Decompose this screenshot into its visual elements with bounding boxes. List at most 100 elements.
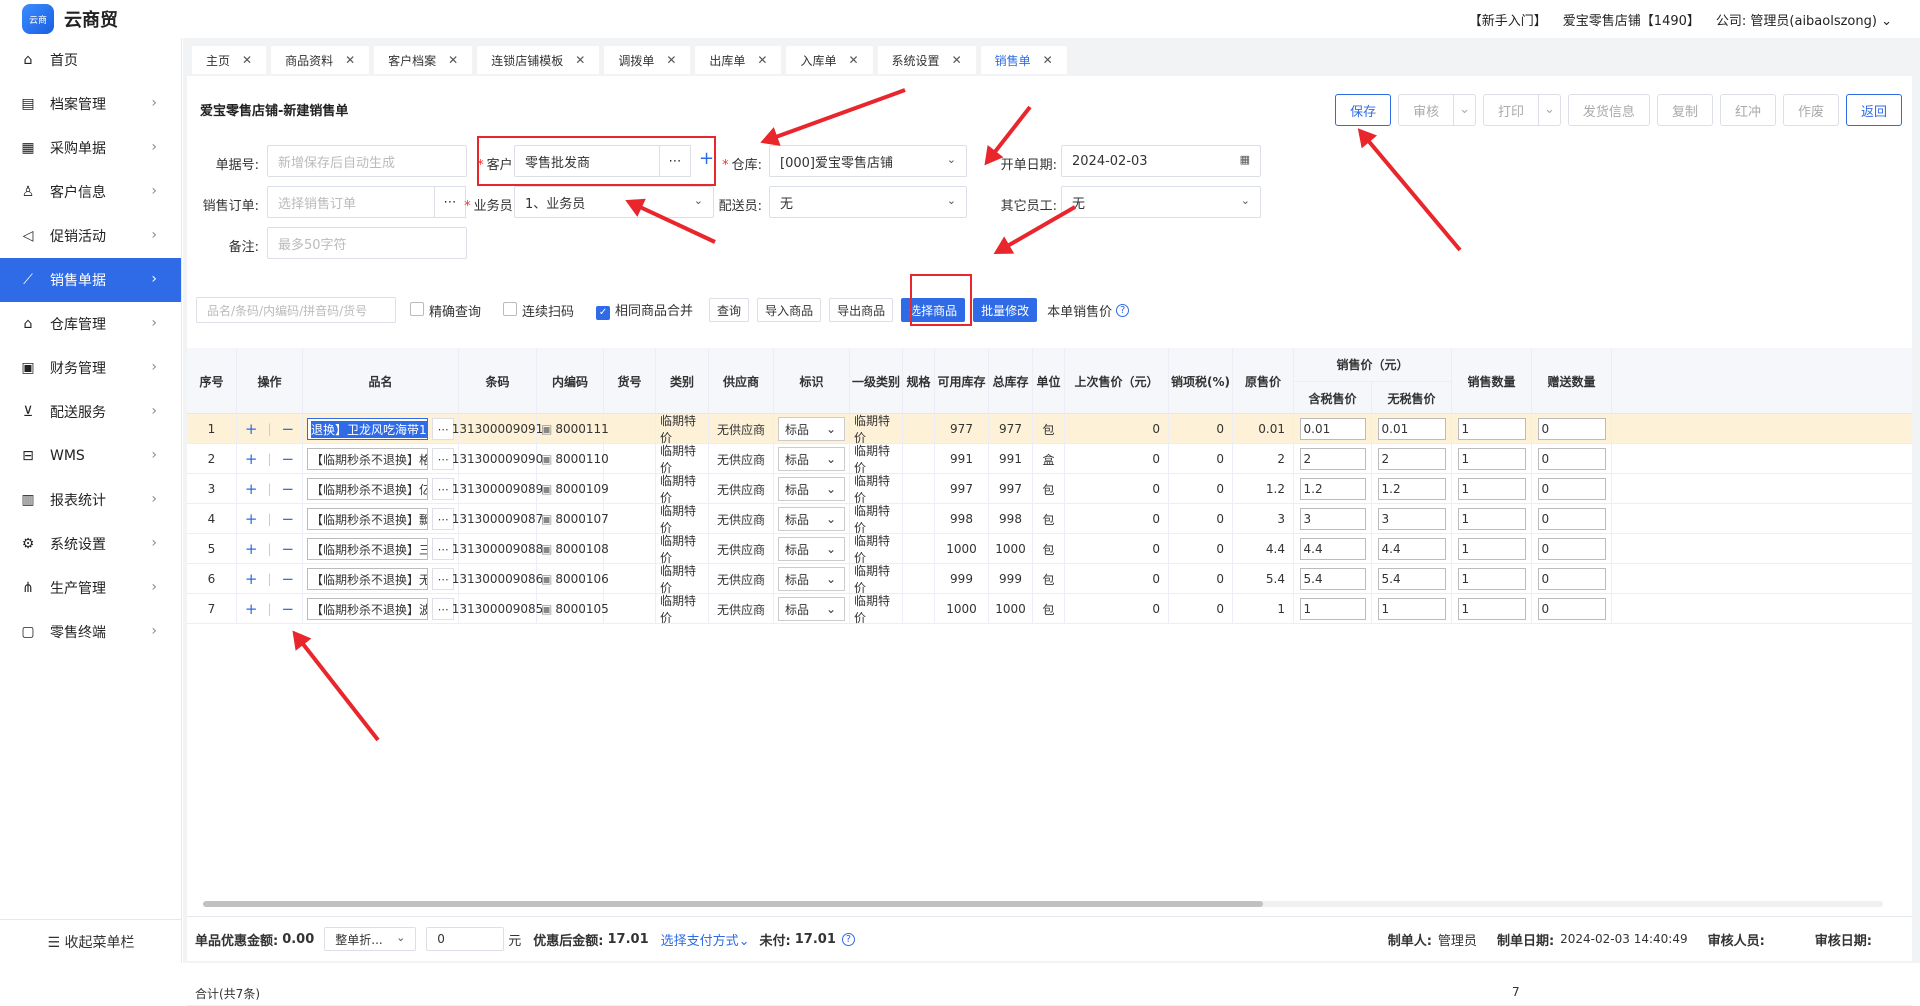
- tab-2[interactable]: 客户档案 ✕: [374, 46, 473, 74]
- close-icon[interactable]: ✕: [952, 53, 962, 67]
- gift-input[interactable]: 0: [1537, 568, 1606, 590]
- salesman-select[interactable]: 1、业务员 ⌄: [514, 186, 714, 218]
- audit-button[interactable]: 审核 ⌄: [1398, 94, 1476, 126]
- remove-row-icon[interactable]: −: [282, 600, 295, 618]
- product-name-input[interactable]: 【临期秒杀不退换】无: [307, 568, 429, 590]
- tab-3[interactable]: 连锁店铺模板 ✕: [477, 46, 600, 74]
- mark-select[interactable]: 标品 ⌄: [778, 507, 845, 531]
- import-products-button[interactable]: 导入商品: [757, 298, 822, 322]
- header-itemno[interactable]: 货号: [604, 348, 656, 414]
- close-icon[interactable]: ✕: [575, 53, 585, 67]
- close-icon[interactable]: ✕: [242, 53, 252, 67]
- add-row-icon[interactable]: +: [245, 540, 258, 558]
- sidebar-item-12[interactable]: ⋔ 生产管理 ›: [0, 566, 181, 610]
- product-name-input[interactable]: 【临期秒杀不退换】亿: [307, 478, 429, 500]
- mark-select[interactable]: 标品 ⌄: [778, 447, 845, 471]
- with_tax-input[interactable]: 1.2: [1299, 478, 1366, 500]
- header-cat1[interactable]: 一级类别: [850, 348, 903, 414]
- tab-5[interactable]: 出库单 ✕: [695, 46, 782, 74]
- header-tax[interactable]: 销项税(%): [1169, 348, 1233, 414]
- header-avail[interactable]: 可用库存: [935, 348, 989, 414]
- no_tax-input[interactable]: 4.4: [1377, 538, 1446, 560]
- back-button[interactable]: 返回: [1845, 94, 1902, 126]
- header-unit[interactable]: 单位: [1033, 348, 1065, 414]
- close-icon[interactable]: ✕: [848, 53, 858, 67]
- product-search-input[interactable]: 品名/条码/内编码/拼音码/货号: [196, 297, 396, 323]
- add-row-icon[interactable]: +: [245, 420, 258, 438]
- horizontal-scrollbar[interactable]: [203, 898, 1883, 908]
- sidebar-item-0[interactable]: ⌂ 首页: [0, 38, 181, 82]
- gift-input[interactable]: 0: [1537, 448, 1606, 470]
- tab-6[interactable]: 入库单 ✕: [786, 46, 873, 74]
- header-total[interactable]: 总库存: [989, 348, 1033, 414]
- sidebar-item-4[interactable]: ◁ 促销活动 ›: [0, 214, 181, 258]
- header-orig[interactable]: 原售价: [1233, 348, 1294, 414]
- table-row[interactable]: 1+|−退换】卫龙风吃海带15g⋯131300009091▣8000111临期特…: [187, 414, 1912, 445]
- void-button[interactable]: 作废: [1782, 94, 1839, 126]
- red-flush-button[interactable]: 红冲: [1719, 94, 1776, 126]
- batch-edit-button[interactable]: 批量修改: [973, 298, 1038, 322]
- header-seq[interactable]: 序号: [187, 348, 237, 414]
- delivery-select[interactable]: 无 ⌄: [769, 186, 967, 218]
- qty-input[interactable]: 1: [1457, 418, 1526, 440]
- tab-1[interactable]: 商品资料 ✕: [271, 46, 370, 74]
- header-op[interactable]: 操作: [237, 348, 303, 414]
- collapse-menu-button[interactable]: ☰ 收起菜单栏: [0, 919, 182, 963]
- qty-input[interactable]: 1: [1457, 478, 1526, 500]
- mark-select[interactable]: 标品 ⌄: [778, 477, 845, 501]
- close-icon[interactable]: ✕: [448, 53, 458, 67]
- with_tax-input[interactable]: 1: [1299, 598, 1366, 620]
- with_tax-input[interactable]: 3: [1299, 508, 1366, 530]
- close-icon[interactable]: ✕: [345, 53, 355, 67]
- remove-row-icon[interactable]: −: [282, 450, 295, 468]
- query-button[interactable]: 查询: [709, 298, 750, 322]
- header-mark[interactable]: 标识: [774, 348, 850, 414]
- sidebar-item-3[interactable]: ♙ 客户信息 ›: [0, 170, 181, 214]
- continuous-scan-checkbox[interactable]: 连续扫码: [503, 301, 574, 320]
- header-code[interactable]: 内编码: [537, 348, 604, 414]
- qty-input[interactable]: 1: [1457, 508, 1526, 530]
- product-name-input[interactable]: 【临期秒杀不退换】三: [307, 538, 429, 560]
- tab-0[interactable]: 主页 ✕: [192, 46, 267, 74]
- warehouse-select[interactable]: [000]爱宝零售店铺 ⌄: [769, 145, 967, 177]
- sidebar-item-5[interactable]: ⟋ 销售单据 ›: [0, 258, 181, 302]
- with_tax-input[interactable]: 4.4: [1299, 538, 1366, 560]
- gift-input[interactable]: 0: [1537, 508, 1606, 530]
- sidebar-item-6[interactable]: ⌂ 仓库管理 ›: [0, 302, 181, 346]
- exact-query-checkbox[interactable]: 精确查询: [410, 301, 481, 320]
- remove-row-icon[interactable]: −: [282, 510, 295, 528]
- merge-same-checkbox[interactable]: ✓ 相同商品合并: [596, 300, 693, 320]
- sidebar-item-1[interactable]: ▤ 档案管理 ›: [0, 82, 181, 126]
- close-icon[interactable]: ✕: [666, 53, 676, 67]
- product-name-input[interactable]: 退换】卫龙风吃海带15g: [307, 418, 429, 440]
- other-staff-select[interactable]: 无 ⌄: [1061, 186, 1261, 218]
- remove-row-icon[interactable]: −: [282, 420, 295, 438]
- no_tax-input[interactable]: 0.01: [1377, 418, 1446, 440]
- sidebar-item-11[interactable]: ⚙ 系统设置 ›: [0, 522, 181, 566]
- sidebar-item-9[interactable]: ⊟ WMS ›: [0, 434, 181, 478]
- sidebar-item-7[interactable]: ▣ 财务管理 ›: [0, 346, 181, 390]
- export-products-button[interactable]: 导出商品: [829, 298, 894, 322]
- gift-input[interactable]: 0: [1537, 538, 1606, 560]
- add-row-icon[interactable]: +: [245, 570, 258, 588]
- qty-input[interactable]: 1: [1457, 568, 1526, 590]
- ship-info-button[interactable]: 发货信息: [1567, 94, 1650, 126]
- scroll-thumb[interactable]: [203, 901, 1263, 907]
- no_tax-input[interactable]: 2: [1377, 448, 1446, 470]
- no_tax-input[interactable]: 1: [1377, 598, 1446, 620]
- help-icon[interactable]: ?: [841, 932, 855, 946]
- remove-row-icon[interactable]: −: [282, 480, 295, 498]
- chevron-down-icon[interactable]: ⌄: [1538, 95, 1560, 125]
- tab-4[interactable]: 调拨单 ✕: [604, 46, 691, 74]
- add-row-icon[interactable]: +: [245, 510, 258, 528]
- sidebar-item-10[interactable]: ▥ 报表统计 ›: [0, 478, 181, 522]
- header-supplier[interactable]: 供应商: [709, 348, 774, 414]
- table-row[interactable]: 3 + | − 【临期秒杀不退换】亿 ⋯ 131300009089 ▣ 8000109 临期特价无…: [187, 474, 1912, 505]
- close-icon[interactable]: ✕: [1043, 53, 1053, 67]
- table-row[interactable]: 6 + | − 【临期秒杀不退换】无 ⋯ 131300009086 ▣ 8000106 临期特价无…: [187, 564, 1912, 595]
- close-icon[interactable]: ✕: [757, 53, 767, 67]
- mark-select[interactable]: 标品 ⌄: [778, 537, 845, 561]
- header-gift[interactable]: 赠送数量: [1532, 348, 1612, 414]
- guide-link[interactable]: 【新手入门】: [1469, 10, 1547, 29]
- add-row-icon[interactable]: +: [245, 480, 258, 498]
